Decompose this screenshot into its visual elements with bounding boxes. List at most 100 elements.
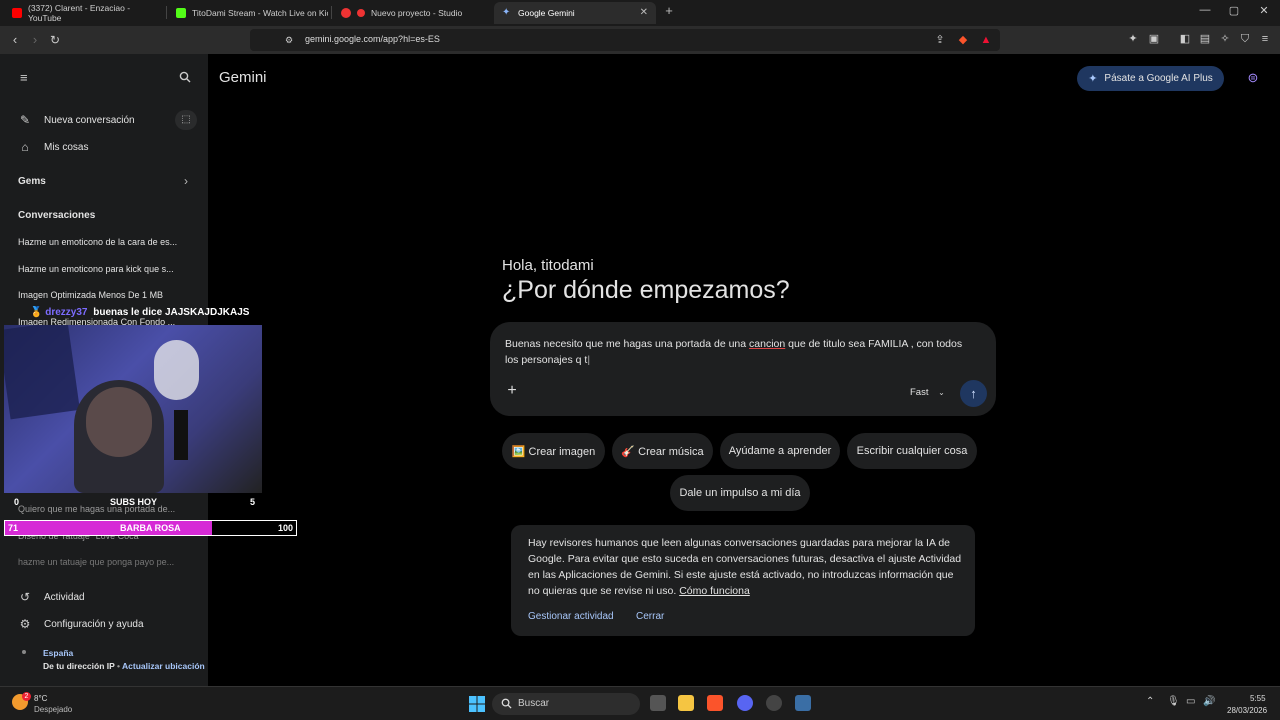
basket-icon: ⌂ [21, 140, 29, 154]
manage-activity-link[interactable]: Gestionar actividad [528, 611, 614, 622]
volume-icon[interactable]: 🔊 [1203, 696, 1215, 707]
location-footer: De tu dirección IP • Actualizar ubicació… [43, 661, 205, 671]
settings-button[interactable]: ⚙ Configuración y ayuda [18, 617, 144, 631]
location-country: España [43, 648, 74, 658]
windows-start-icon[interactable] [469, 696, 485, 712]
how-it-works-link[interactable]: Cómo funciona [679, 585, 750, 597]
chevron-up-icon[interactable]: ⌃ [1146, 696, 1154, 707]
location-dot-icon [22, 650, 26, 654]
tab-kick[interactable]: TitoDami Stream - Watch Live on Kick [168, 2, 328, 24]
my-stuff-button[interactable]: ⌂ Mis cosas [18, 140, 88, 154]
tab-studio[interactable]: Nuevo proyecto - Studio [333, 2, 493, 24]
goal-progress-bar: 71 BARBA ROSA 100 [4, 520, 297, 536]
search-icon[interactable] [179, 70, 191, 88]
share-icon[interactable]: ⇪ [934, 34, 946, 46]
file-explorer-icon[interactable] [678, 695, 694, 711]
chat-badge-icon: 🏅 [30, 307, 43, 318]
maximize-button[interactable]: ▢ [1224, 4, 1244, 17]
obs-icon[interactable] [766, 695, 782, 711]
minimize-button[interactable]: — [1195, 4, 1215, 16]
head-shape [86, 387, 152, 457]
my-stuff-label: Mis cosas [44, 141, 89, 153]
model-selector[interactable]: Fast ⌄ [910, 387, 945, 398]
menu-icon[interactable]: ≡ [20, 70, 28, 85]
gems-link[interactable]: Gems [18, 176, 46, 187]
browser-menu-icon[interactable]: ≡ [1259, 33, 1271, 45]
network-icon[interactable]: ▭ [1186, 696, 1195, 707]
chip-create-music[interactable]: 🎸 Crear música [612, 433, 713, 469]
discord-icon[interactable] [737, 695, 753, 711]
tab-gemini[interactable]: ✦ Google Gemini ✕ [494, 2, 656, 24]
chip-create-image[interactable]: 🖼️ Crear imagen [502, 433, 605, 469]
sidebar-toggle-icon[interactable]: ◧ [1179, 33, 1191, 45]
settings-app-icon[interactable] [795, 695, 811, 711]
conversation-item[interactable]: Imagen Optimizada Menos De 1 MB [18, 290, 194, 300]
clock-time[interactable]: 5:55 [1250, 694, 1266, 703]
conversation-item[interactable]: hazme un tatuaje que ponga payo pe... [18, 557, 194, 567]
weather-badge: 2 [22, 692, 31, 701]
site-info-icon[interactable]: ⚙ [283, 34, 295, 46]
subs-label: SUBS HOY [110, 497, 158, 507]
notice-text: Hay revisores humanos que leen algunas c… [528, 535, 968, 599]
kick-icon [176, 8, 186, 18]
reload-icon[interactable]: ↻ [47, 32, 63, 48]
wallet-icon[interactable]: ▤ [1199, 33, 1211, 45]
new-tab-button[interactable]: + [659, 3, 679, 18]
conversation-item[interactable]: Hazme un emoticono de la cara de es... [18, 237, 194, 247]
address-bar[interactable]: ⚙ gemini.google.com/app?hl=es-ES ⇪ ◆ ▲ [250, 29, 1000, 51]
chip-boost-day[interactable]: Dale un impulso a mi día [670, 475, 810, 511]
prompt-box[interactable]: Buenas necesito que me hagas una portada… [490, 322, 996, 416]
goal-right: 100 [277, 523, 293, 533]
youtube-icon [12, 8, 22, 18]
extensions-icon[interactable]: ✦ [1127, 33, 1139, 45]
brave-shields-icon[interactable]: ◆ [957, 34, 969, 46]
url-text: gemini.google.com/app?hl=es-ES [305, 34, 440, 44]
tab-label: Google Gemini [518, 8, 575, 18]
activity-button[interactable]: ↺ Actividad [18, 590, 85, 604]
conversations-title: Conversaciones [18, 210, 96, 221]
leo-ai-icon[interactable]: ✧ [1219, 33, 1231, 45]
close-tab-icon[interactable]: ✕ [640, 7, 648, 18]
upgrade-button[interactable]: ✦ Pásate a Google AI Plus [1077, 66, 1224, 91]
add-attachment-icon[interactable]: + [504, 383, 520, 399]
search-icon [501, 698, 512, 712]
forward-icon[interactable]: › [27, 32, 43, 48]
weather-temp: 8°C [34, 694, 48, 703]
back-icon[interactable]: ‹ [7, 32, 23, 48]
media-icon[interactable]: ▣ [1148, 33, 1160, 45]
account-avatar[interactable]: ⊜ [1244, 69, 1262, 87]
brave-rewards-icon[interactable]: ▲ [980, 34, 992, 46]
brave-browser-icon[interactable] [707, 695, 723, 711]
microphone-shape [174, 410, 188, 460]
prompt-input[interactable]: Buenas necesito que me hagas una portada… [505, 336, 975, 368]
chevron-right-icon[interactable]: › [184, 174, 188, 188]
temporary-chat-icon[interactable]: ⬚ [175, 110, 197, 130]
arrow-up-icon: ↑ [970, 386, 977, 401]
close-window-button[interactable]: ✕ [1254, 4, 1274, 17]
task-view-icon[interactable] [650, 695, 666, 711]
update-location-link[interactable]: Actualizar ubicación [122, 661, 205, 671]
clock-date[interactable]: 28/03/2026 [1227, 706, 1267, 715]
app-title[interactable]: Gemini [219, 69, 267, 86]
subs-right: 5 [250, 497, 256, 507]
tab-youtube[interactable]: (3372) Clarent - Enzaciao - YouTube [4, 2, 164, 24]
new-chat-button[interactable]: ✎ Nueva conversación [18, 113, 135, 127]
sparkle-icon: ✦ [1088, 73, 1098, 85]
conversation-item[interactable]: Hazme un emoticono para kick que s... [18, 264, 194, 274]
microphone-icon[interactable]: 🎙 [1167, 696, 1180, 707]
gear-icon: ⚙ [19, 617, 31, 631]
upgrade-label: Pásate a Google AI Plus [1104, 73, 1213, 84]
taskbar-search-label: Buscar [518, 698, 550, 709]
text-cursor: | [587, 354, 591, 366]
send-button[interactable]: ↑ [960, 380, 987, 407]
greeting-name: Hola, titodami [502, 257, 594, 274]
model-label: Fast [910, 387, 929, 398]
goal-left: 71 [8, 523, 19, 533]
chip-help-learn[interactable]: Ayúdame a aprender [720, 433, 840, 469]
chip-write-anything[interactable]: Escribir cualquier cosa [847, 433, 977, 469]
chat-overlay-message: 🏅 drezzy37 buenas le dice JAJSKAJDJKAJS [30, 307, 249, 318]
taskbar-search[interactable]: Buscar [492, 693, 640, 715]
close-notice-link[interactable]: Cerrar [636, 611, 664, 622]
vpn-icon[interactable]: ⛉ [1239, 33, 1251, 45]
new-chat-label: Nueva conversación [44, 114, 135, 126]
